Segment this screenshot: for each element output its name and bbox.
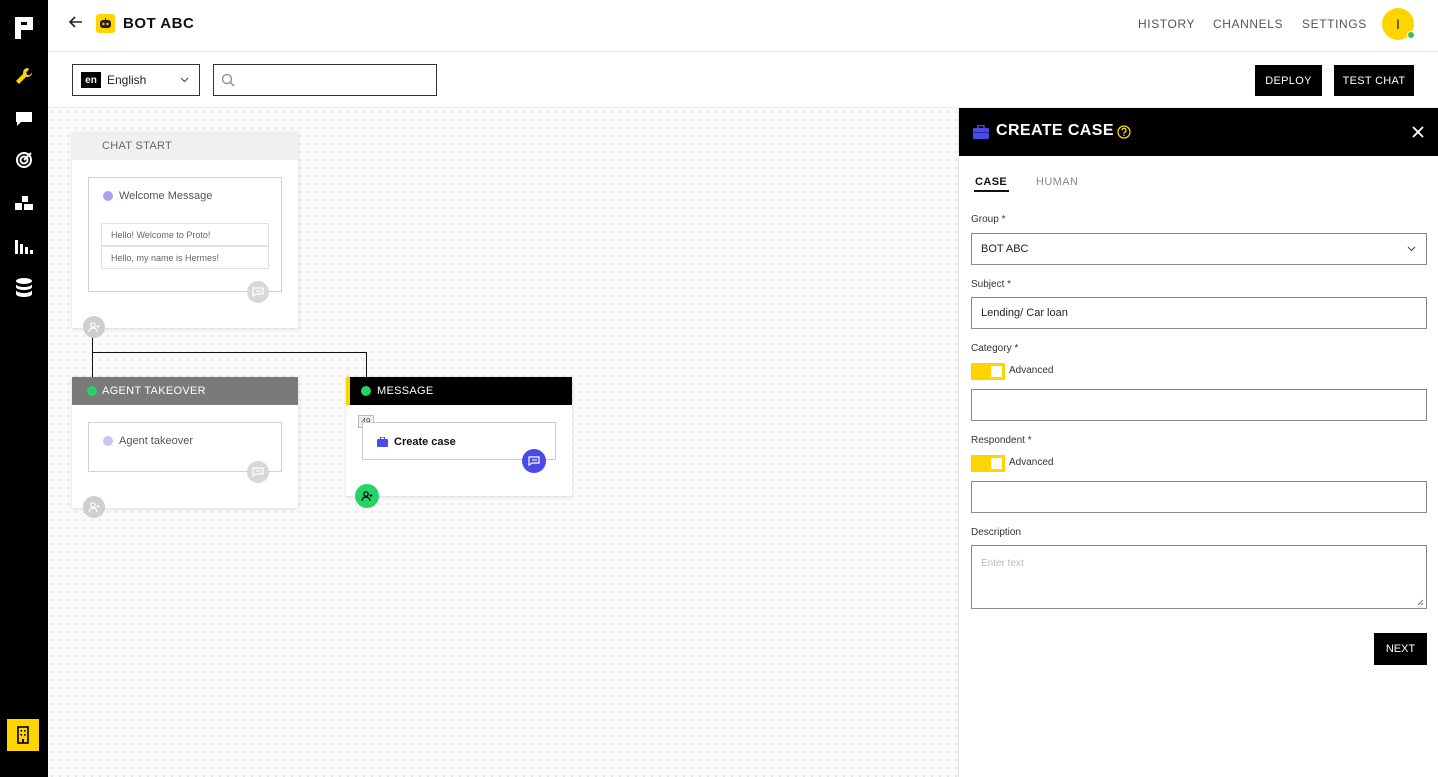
whatsapp-icon [361, 386, 371, 396]
welcome-message-block[interactable]: Welcome Message Hello! Welcome to Proto!… [88, 177, 282, 303]
online-status-dot [1407, 31, 1415, 39]
category-advanced-label: Advanced [1009, 365, 1054, 376]
message-header-label: MESSAGE [377, 385, 434, 397]
connector-line [92, 337, 93, 377]
create-case-title: Create case [394, 436, 456, 448]
agent-icon [103, 436, 113, 446]
nav-settings[interactable]: SETTINGS [1302, 17, 1367, 31]
add-reply-icon[interactable] [247, 461, 269, 483]
welcome-message-title: Welcome Message [119, 190, 213, 202]
user-avatar[interactable]: I [1382, 8, 1415, 40]
tab-human[interactable]: HUMAN [1036, 176, 1078, 188]
message-line: Hello, my name is Hermes! [101, 246, 269, 269]
panel-header: CREATE CASE [959, 108, 1438, 156]
briefcase-icon [973, 125, 989, 139]
add-reply-icon[interactable] [522, 449, 546, 473]
subject-label: Subject * [971, 279, 1012, 290]
chat-start-header: CHAT START [72, 132, 298, 160]
chat-bubble-icon[interactable] [12, 107, 36, 131]
respondent-label: Respondent * [971, 435, 1032, 446]
create-case-title-row: Create case [377, 436, 456, 448]
close-icon[interactable] [1412, 126, 1424, 138]
add-reply-icon[interactable] [247, 281, 269, 303]
flow-canvas[interactable]: CHAT START Welcome Message Hello! Welcom… [48, 108, 958, 777]
wrench-icon[interactable] [12, 64, 36, 88]
building-icon[interactable] [7, 719, 39, 751]
next-button[interactable]: NEXT [1374, 633, 1427, 665]
message-icon [103, 191, 113, 201]
back-arrow-icon[interactable] [68, 14, 88, 34]
avatar-initial: I [1396, 16, 1400, 32]
add-user-icon[interactable] [83, 496, 105, 518]
agent-takeover-title: Agent takeover [119, 435, 193, 447]
welcome-message-title-row: Welcome Message [103, 190, 212, 202]
respondent-advanced-label: Advanced [1009, 457, 1054, 468]
database-icon[interactable] [12, 276, 36, 300]
chevron-down-icon [1407, 246, 1416, 252]
agent-takeover-header: AGENT TAKEOVER [72, 377, 298, 405]
agent-takeover-title-row: Agent takeover [103, 435, 193, 447]
agent-takeover-header-label: AGENT TAKEOVER [102, 385, 206, 397]
bot-title: BOT ABC [123, 15, 195, 32]
message-line: Hello! Welcome to Proto! [101, 223, 269, 246]
deploy-button[interactable]: DEPLOY [1255, 65, 1322, 96]
language-code-badge: en [81, 72, 101, 88]
search-box[interactable] [213, 64, 437, 96]
help-icon[interactable] [1117, 125, 1131, 139]
tab-case[interactable]: CASE [974, 176, 1010, 192]
connector-line [366, 352, 367, 377]
blocks-icon[interactable] [12, 192, 36, 216]
group-value: BOT ABC [981, 243, 1029, 255]
message-node[interactable]: MESSAGE 49 Create case [346, 377, 572, 508]
description-placeholder: Enter text [981, 558, 1024, 569]
left-rail [0, 0, 48, 777]
description-textarea[interactable]: Enter text [971, 545, 1427, 609]
logo-icon[interactable] [12, 16, 36, 40]
language-name: English [107, 73, 147, 87]
chevron-down-icon [180, 77, 189, 83]
add-user-icon[interactable] [355, 484, 379, 508]
nav-history[interactable]: HISTORY [1138, 17, 1195, 31]
chat-start-node[interactable]: CHAT START Welcome Message Hello! Welcom… [72, 132, 298, 338]
briefcase-icon [377, 437, 388, 447]
top-bar: BOT ABC HISTORY CHANNELS SETTINGS I [48, 0, 1438, 52]
category-label: Category * [971, 343, 1019, 354]
category-input[interactable] [971, 389, 1427, 421]
agent-takeover-block[interactable]: Agent takeover [88, 422, 282, 483]
category-advanced-toggle[interactable] [971, 363, 1005, 380]
toggle-knob [991, 458, 1002, 469]
language-select[interactable]: en English [72, 64, 200, 96]
message-header: MESSAGE [346, 377, 572, 405]
bot-avatar-icon [96, 14, 115, 33]
target-icon[interactable] [12, 148, 36, 172]
add-user-icon[interactable] [83, 316, 105, 338]
panel-title: CREATE CASE [996, 122, 1114, 139]
resize-grip-icon[interactable] [1417, 599, 1424, 606]
agent-takeover-node[interactable]: AGENT TAKEOVER Agent takeover [72, 377, 298, 518]
subject-input[interactable]: Lending/ Car loan [971, 297, 1427, 329]
respondent-input[interactable] [971, 481, 1427, 513]
test-chat-button[interactable]: TEST CHAT [1334, 65, 1414, 96]
toggle-knob [991, 366, 1002, 377]
group-select[interactable]: BOT ABC [971, 233, 1427, 265]
toolbar: en English DEPLOY TEST CHAT [48, 52, 1438, 108]
group-label: Group * [971, 214, 1006, 225]
respondent-advanced-toggle[interactable] [971, 455, 1005, 472]
bar-chart-icon[interactable] [12, 234, 36, 258]
search-input[interactable] [240, 69, 430, 91]
connector-line [92, 352, 367, 353]
description-label: Description [971, 527, 1022, 538]
nav-channels[interactable]: CHANNELS [1213, 17, 1283, 31]
whatsapp-icon [87, 386, 97, 396]
search-icon [221, 73, 235, 87]
create-case-panel: CREATE CASE CASE HUMAN Group * BOT ABC S… [958, 108, 1438, 777]
